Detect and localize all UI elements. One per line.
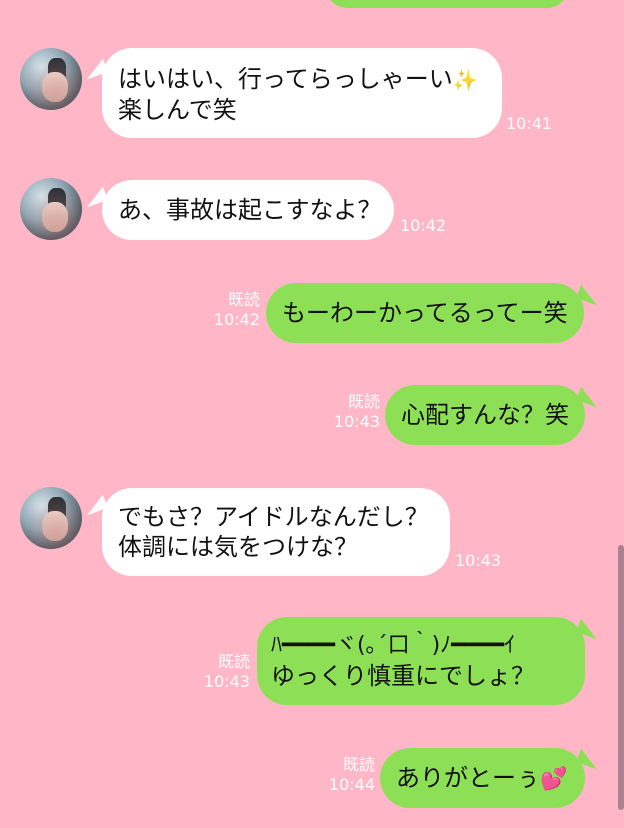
read-receipt: 既読	[342, 755, 375, 774]
message-bubble[interactable]: はいはい、行ってらっしゃーい✨ 楽しんで笑	[102, 48, 502, 138]
message-text-line: ﾊ━━━━ヾ(｡´口｀)ﾉ━━━━ｲ	[271, 633, 516, 658]
message-bubble[interactable]: ﾊ━━━━ヾ(｡´口｀)ﾉ━━━━ｲ ゆっくり慎重にでしょ？	[257, 617, 585, 705]
timestamp: 10:42	[400, 216, 447, 235]
scrollbar[interactable]	[618, 545, 624, 810]
message-meta: 既読 10:42	[210, 290, 260, 330]
message-meta: 既読 10:43	[200, 652, 250, 692]
read-receipt: 既読	[227, 290, 260, 309]
message-meta: 10:41	[506, 114, 552, 134]
read-receipt: 既読	[217, 652, 250, 671]
message-bubble[interactable]: あ、事故は起こすなよ？	[102, 180, 394, 240]
message-text-line: 楽しんで笑	[118, 96, 237, 124]
message-text-line: あ、事故は起こすなよ？	[118, 196, 382, 224]
avatar[interactable]	[20, 178, 82, 240]
timestamp: 10:44	[328, 775, 375, 794]
message-text-line: 心配すんな？笑	[401, 401, 569, 429]
timestamp: 10:43	[203, 672, 250, 691]
timestamp: 10:43	[455, 551, 502, 570]
message-meta: 10:43	[455, 551, 501, 571]
message-text-line: ゆっくり慎重にでしょ？	[271, 662, 535, 690]
message-meta: 既読 10:44	[325, 755, 375, 795]
avatar[interactable]	[20, 487, 82, 549]
read-receipt: 既読	[347, 392, 380, 411]
timestamp: 10:42	[213, 310, 260, 329]
message-bubble-cutoff[interactable]	[324, 0, 570, 8]
timestamp: 10:41	[506, 114, 553, 133]
sparkle-icon: ✨	[452, 68, 478, 92]
message-text-line: 体調には気をつけな？	[118, 533, 358, 561]
message-text-line: ありがとーぅ💕	[396, 764, 568, 792]
message-meta: 10:42	[400, 216, 446, 236]
timestamp: 10:43	[333, 412, 380, 431]
message-text-line: でもさ？アイドルなんだし？	[118, 503, 429, 531]
message-bubble[interactable]: もーわーかってるってー笑	[266, 283, 584, 343]
message-text-line: もーわーかってるってー笑	[282, 299, 568, 327]
message-bubble[interactable]: でもさ？アイドルなんだし？ 体調には気をつけな？	[102, 488, 450, 576]
avatar[interactable]	[20, 48, 82, 110]
chat-thread: はいはい、行ってらっしゃーい✨ 楽しんで笑 10:41 あ、事故は起こすなよ？ …	[0, 0, 624, 828]
message-bubble[interactable]: ありがとーぅ💕	[380, 748, 585, 808]
message-text-line: はいはい、行ってらっしゃーい✨	[118, 65, 478, 93]
message-bubble[interactable]: 心配すんな？笑	[385, 385, 585, 445]
heart-icon: 💕	[540, 767, 568, 792]
message-meta: 既読 10:43	[330, 392, 380, 432]
